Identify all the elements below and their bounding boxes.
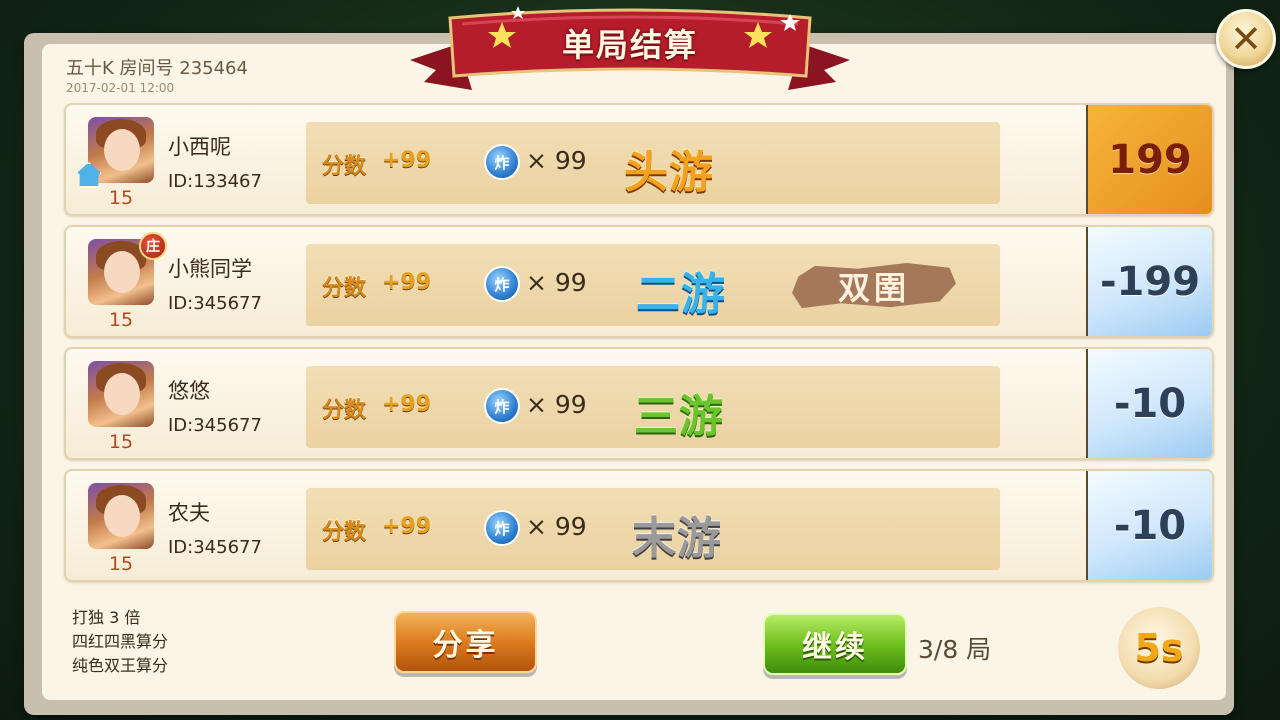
- round-result: -199: [1086, 227, 1212, 336]
- player-level: 15: [108, 187, 134, 209]
- player-name: 悠悠: [168, 379, 210, 403]
- player-id: ID:345677: [168, 293, 262, 314]
- player-row-1: 15 小西呢 ID:133467 分数 +99 炸 × 99 头游 199: [64, 103, 1214, 216]
- round-result: 199: [1086, 105, 1212, 214]
- avatar: [88, 361, 154, 427]
- title-ribbon: 单局结算: [410, 4, 850, 92]
- finish-rank: 头游: [624, 147, 714, 198]
- rules-list: 打独 3 倍 四红四黑算分 纯色双王算分: [72, 606, 168, 678]
- countdown-timer: 5s: [1118, 607, 1200, 689]
- double-badge: 双圉: [792, 262, 956, 309]
- player-level: 15: [108, 553, 134, 575]
- player-id: ID:345677: [168, 537, 262, 558]
- bomb-icon: 炸: [484, 266, 520, 302]
- player-id: ID:345677: [168, 415, 262, 436]
- player-name: 小西呢: [168, 135, 231, 159]
- bomb-icon: 炸: [484, 510, 520, 546]
- score-label: 分数: [322, 154, 367, 179]
- score-value: +99: [382, 392, 432, 417]
- close-icon: ✕: [1230, 17, 1262, 61]
- share-button[interactable]: 分享: [394, 611, 537, 673]
- score-value: +99: [382, 514, 432, 539]
- score-bar: 分数 +99 炸 × 99 三游: [306, 366, 1000, 448]
- player-level: 15: [108, 309, 134, 331]
- score-label: 分数: [322, 398, 367, 423]
- round-result: -10: [1086, 471, 1212, 580]
- bomb-icon: 炸: [484, 388, 520, 424]
- player-name: 农夫: [168, 501, 210, 525]
- bomb-icon: 炸: [484, 144, 520, 180]
- player-name: 小熊同学: [168, 257, 252, 281]
- score-label: 分数: [322, 520, 367, 545]
- player-level: 15: [108, 431, 134, 453]
- continue-button[interactable]: 继续: [763, 613, 907, 675]
- score-value: +99: [382, 270, 432, 295]
- player-row-4: 15 农夫 ID:345677 分数 +99 炸 × 99 末游 -10: [64, 469, 1214, 582]
- score-value: +99: [382, 148, 432, 173]
- score-bar: 分数 +99 炸 × 99 末游: [306, 488, 1000, 570]
- round-result: -10: [1086, 349, 1212, 458]
- room-date: 2017-02-01 12:00: [66, 81, 175, 95]
- finish-rank: 末游: [632, 513, 722, 564]
- room-info: 五十K 房间号 235464: [66, 58, 248, 79]
- score-bar: 分数 +99 炸 × 99 头游: [306, 122, 1000, 204]
- bomb-count: × 99: [526, 146, 587, 175]
- rule-item: 纯色双王算分: [72, 656, 169, 675]
- player-row-2: 庄 15 小熊同学 ID:345677 分数 +99 炸 × 99 二游 双圉 …: [64, 225, 1214, 338]
- settlement-title: 单局结算: [561, 26, 698, 64]
- bomb-count: × 99: [526, 268, 587, 297]
- dealer-badge: 庄: [139, 232, 167, 260]
- round-counter: 3/8 局: [918, 635, 992, 664]
- rule-item: 四红四黑算分: [72, 632, 169, 651]
- score-label: 分数: [322, 276, 367, 301]
- bomb-count: × 99: [526, 512, 587, 541]
- score-bar: 分数 +99 炸 × 99 二游 双圉: [306, 244, 1000, 326]
- close-button[interactable]: ✕: [1216, 9, 1276, 69]
- player-id: ID:133467: [168, 171, 262, 192]
- player-row-3: 15 悠悠 ID:345677 分数 +99 炸 × 99 三游 -10: [64, 347, 1214, 460]
- rule-item: 打独 3 倍: [72, 608, 141, 627]
- avatar: [88, 483, 154, 549]
- finish-rank: 三游: [634, 391, 724, 442]
- bomb-count: × 99: [526, 390, 587, 419]
- finish-rank: 二游: [636, 269, 726, 320]
